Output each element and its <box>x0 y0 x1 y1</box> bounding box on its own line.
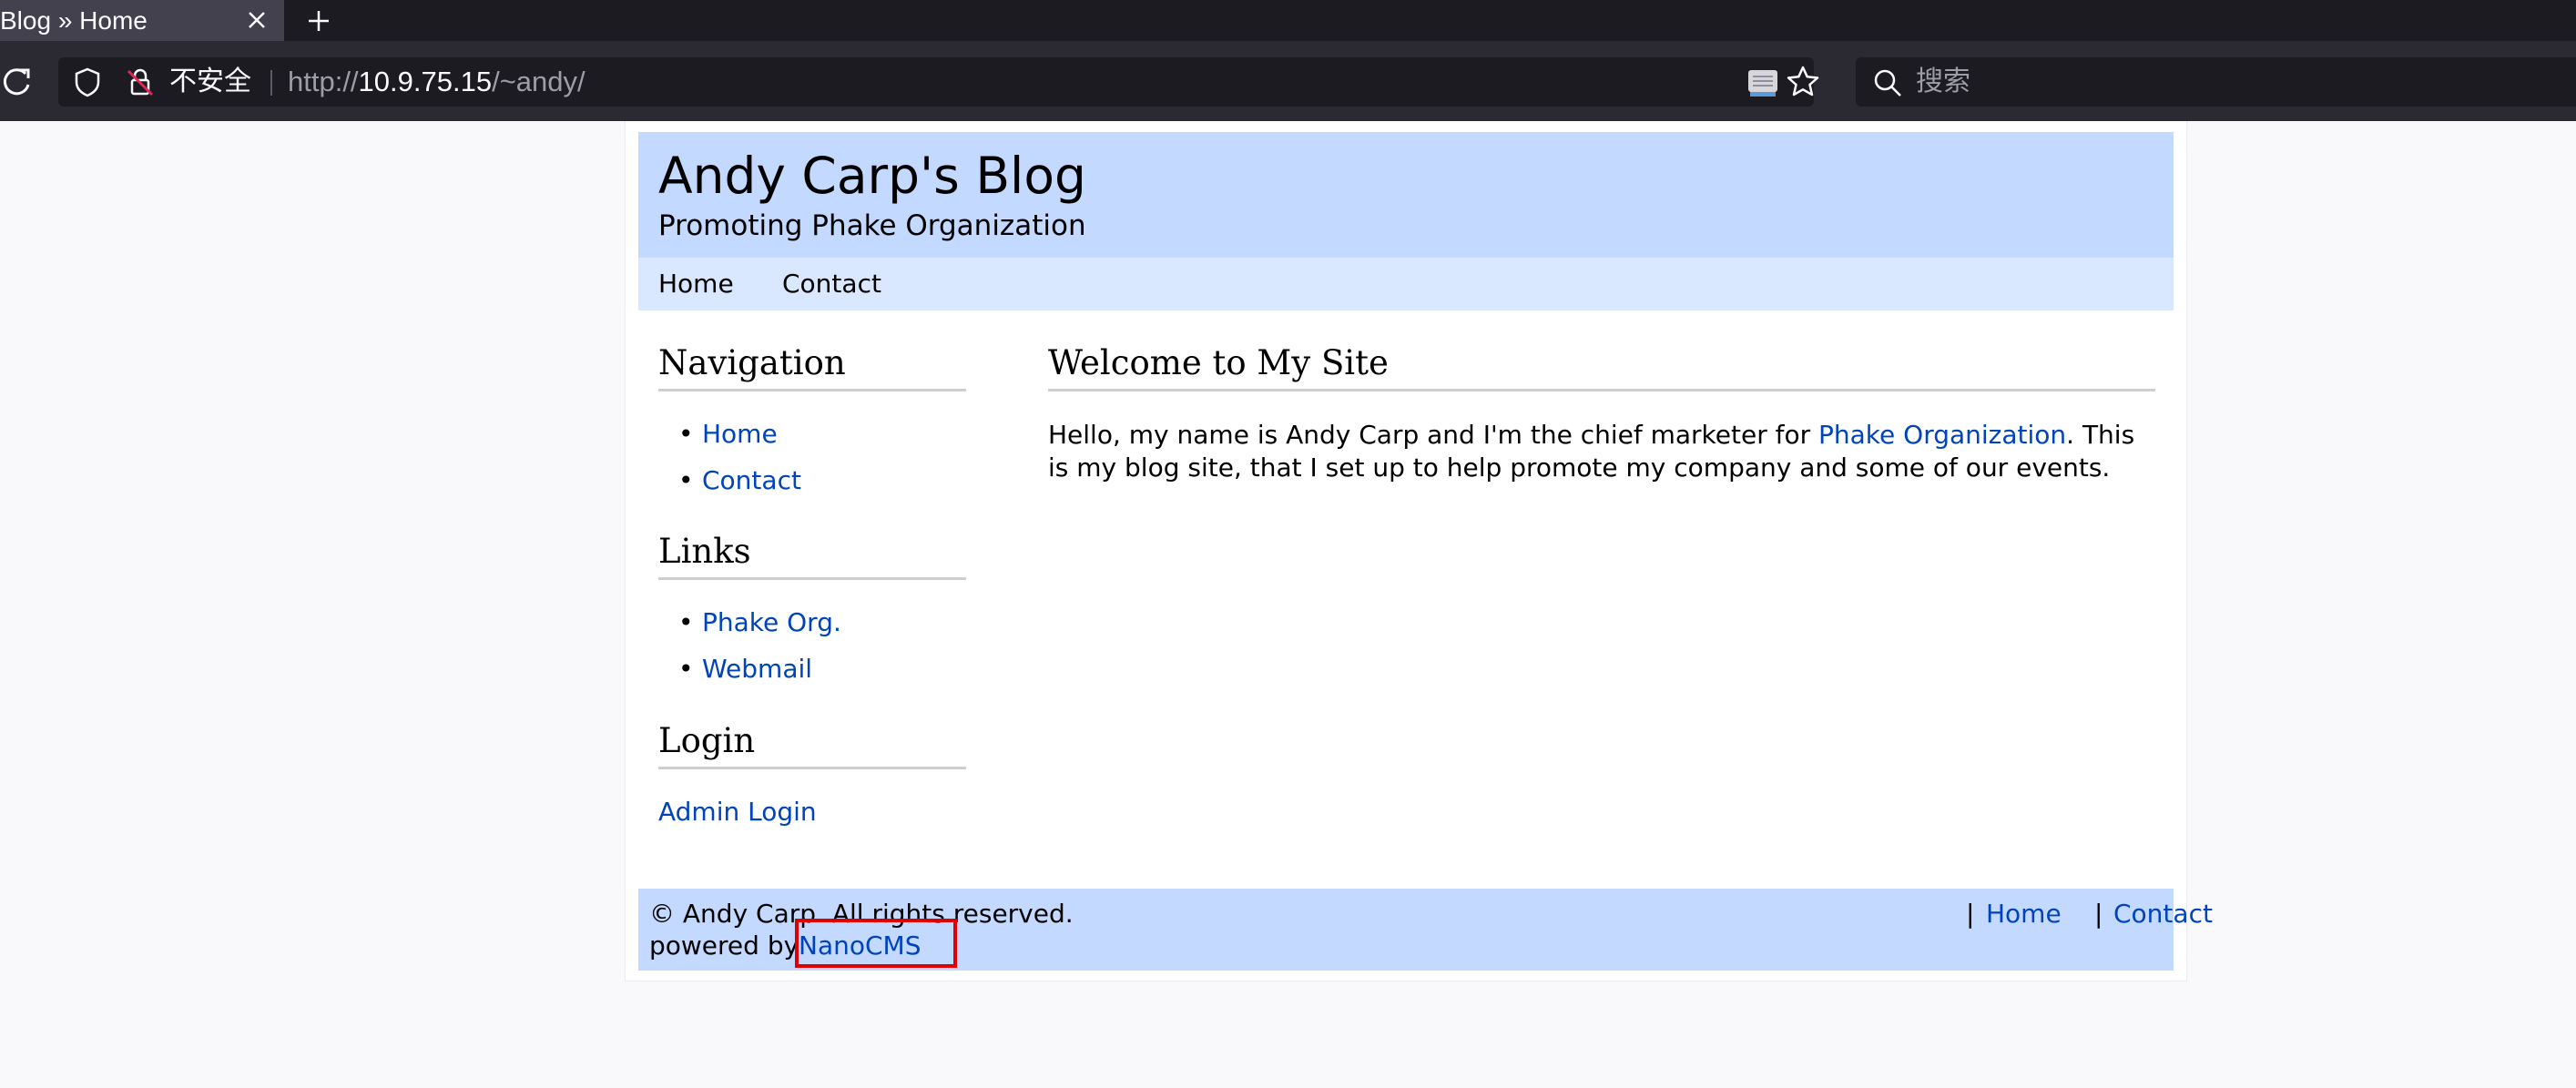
close-icon[interactable] <box>239 0 275 41</box>
links-divider <box>658 577 966 580</box>
topnav-home-link[interactable]: Home <box>658 258 734 310</box>
phake-organization-link[interactable]: Phake Organization <box>1818 420 2066 450</box>
tab-bar: Blog » Home <box>0 0 2576 41</box>
active-tab[interactable]: Blog » Home <box>0 0 284 41</box>
bullet: • <box>678 654 694 684</box>
insecure-label: 不安全 <box>169 66 251 97</box>
site-title: Andy Carp's Blog <box>658 147 1086 205</box>
bookmark-star-icon[interactable] <box>1785 64 1821 100</box>
highlight-box <box>795 919 957 968</box>
bullet: • <box>678 465 694 495</box>
topnav-contact-link[interactable]: Contact <box>782 258 881 310</box>
links-heading: Links <box>658 532 751 571</box>
navigation-heading: Navigation <box>658 343 846 382</box>
search-input[interactable]: 搜索 <box>1916 57 1970 107</box>
main-heading: Welcome to My Site <box>1048 343 1389 382</box>
top-navigation: Home Contact <box>638 258 2174 310</box>
sidebar-phake-org-link[interactable]: Phake Org. <box>702 607 841 637</box>
sidebar-nav-contact-link[interactable]: Contact <box>702 465 801 495</box>
url-text[interactable]: http://10.9.75.15/~andy/ <box>288 57 585 107</box>
url-path: /~andy/ <box>492 66 585 97</box>
reload-icon[interactable] <box>0 63 36 99</box>
insecure-lock-icon[interactable] <box>124 66 157 98</box>
footer-contact-link[interactable]: Contact <box>2113 899 2213 929</box>
url-scheme: http:// <box>288 66 359 97</box>
shield-icon[interactable] <box>71 66 104 98</box>
bullet: • <box>678 419 694 449</box>
footer-home-link[interactable]: Home <box>1986 899 2062 929</box>
site-footer: © Andy Carp. All rights reserved. powere… <box>638 889 2213 971</box>
welcome-paragraph: Hello, my name is Andy Carp and I'm the … <box>1048 419 2155 484</box>
sidebar-webmail-link[interactable]: Webmail <box>702 654 812 684</box>
page-container: Andy Carp's Blog Promoting Phake Organiz… <box>625 121 2213 981</box>
site-subtitle: Promoting Phake Organization <box>658 209 1086 242</box>
site-header: Andy Carp's Blog Promoting Phake Organiz… <box>638 132 2174 258</box>
tab-title: Blog » Home <box>0 6 148 35</box>
main-divider <box>1048 389 2155 391</box>
login-divider <box>658 767 966 769</box>
url-bar[interactable]: 不安全 http://10.9.75.15/~andy/ <box>58 57 1819 107</box>
login-heading: Login <box>658 721 756 760</box>
sidebar-nav-home-link[interactable]: Home <box>702 419 778 449</box>
footer-separator: | <box>1966 899 1975 929</box>
bullet: • <box>678 607 694 637</box>
url-host: 10.9.75.15 <box>358 66 493 97</box>
navigation-divider <box>658 389 966 391</box>
plus-icon[interactable] <box>300 0 337 41</box>
url-separator <box>270 70 272 96</box>
search-bar[interactable]: 搜索 <box>1856 57 2576 107</box>
admin-login-link[interactable]: Admin Login <box>658 797 817 827</box>
footer-separator: | <box>2094 899 2103 929</box>
search-icon <box>1874 69 1901 97</box>
reader-view-icon[interactable] <box>1745 66 1781 100</box>
para-text-before: Hello, my name is Andy Carp and I'm the … <box>1048 420 1819 450</box>
navigation-toolbar: 不安全 http://10.9.75.15/~andy/ 搜索 <box>0 41 2576 121</box>
powered-by-text: powered by <box>649 930 799 961</box>
